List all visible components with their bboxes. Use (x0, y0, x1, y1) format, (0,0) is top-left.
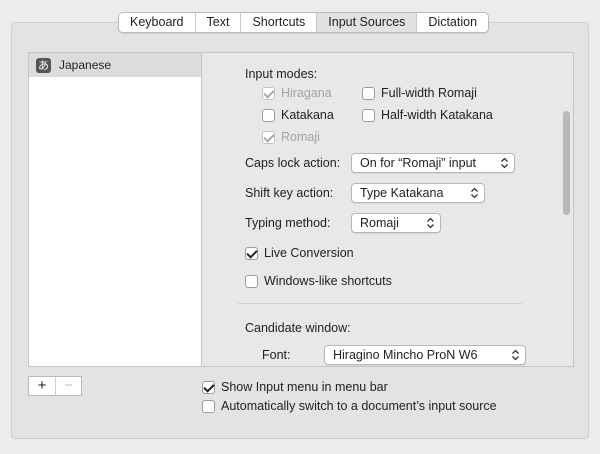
input-source-settings: Input modes: Hiragana Full-width Romaji … (202, 52, 574, 367)
candidate-font-value: Hiragino Mincho ProN W6 (333, 348, 478, 362)
caps-lock-label: Caps lock action: (245, 156, 341, 170)
input-source-list[interactable]: あ Japanese (28, 52, 202, 367)
romaji-label: Romaji (281, 130, 320, 144)
chevron-up-down-icon (501, 157, 508, 169)
auto-switch-checkbox-box[interactable] (202, 399, 215, 413)
show-input-menu-checkbox[interactable]: Show Input menu in menu bar (202, 380, 388, 394)
chevron-up-down-icon (471, 187, 478, 199)
live-conversion-label: Live Conversion (264, 246, 354, 260)
romaji-checkbox-box[interactable] (262, 130, 275, 144)
show-input-menu-checkbox-box[interactable] (202, 380, 215, 394)
hiragana-checkbox[interactable]: Hiragana (262, 86, 332, 100)
caps-lock-popup[interactable]: On for “Romaji” input (351, 153, 515, 173)
shift-key-popup[interactable]: Type Katakana (351, 183, 485, 203)
auto-switch-checkbox[interactable]: Automatically switch to a document’s inp… (202, 399, 497, 413)
remove-source-button[interactable]: − (54, 377, 81, 395)
half-width-katakana-checkbox[interactable]: Half-width Katakana (362, 108, 493, 122)
vertical-scrollbar[interactable] (559, 53, 573, 366)
tab-dictation[interactable]: Dictation (417, 13, 488, 32)
caps-lock-value: On for “Romaji” input (360, 156, 477, 170)
chevron-up-down-icon (427, 217, 434, 229)
full-width-romaji-checkbox[interactable]: Full-width Romaji (362, 86, 477, 100)
full-width-romaji-label: Full-width Romaji (381, 86, 477, 100)
tab-shortcuts[interactable]: Shortcuts (241, 13, 318, 32)
add-remove-control: + − (28, 376, 82, 396)
full-width-romaji-checkbox-box[interactable] (362, 86, 375, 100)
tab-bar: Keyboard Text Shortcuts Input Sources Di… (118, 12, 490, 33)
font-label: Font: (262, 348, 291, 362)
windows-shortcuts-checkbox[interactable]: Windows-like shortcuts (245, 274, 392, 288)
auto-switch-label: Automatically switch to a document’s inp… (221, 399, 497, 413)
show-input-menu-label: Show Input menu in menu bar (221, 380, 388, 394)
chevron-up-down-icon (512, 349, 519, 361)
windows-shortcuts-checkbox-box[interactable] (245, 274, 258, 288)
hiragana-checkbox-box[interactable] (262, 86, 275, 100)
katakana-label: Katakana (281, 108, 334, 122)
half-width-katakana-label: Half-width Katakana (381, 108, 493, 122)
live-conversion-checkbox[interactable]: Live Conversion (245, 246, 354, 260)
typing-method-label: Typing method: (245, 216, 331, 230)
shift-key-value: Type Katakana (360, 186, 444, 200)
katakana-checkbox[interactable]: Katakana (262, 108, 334, 122)
half-width-katakana-checkbox-box[interactable] (362, 108, 375, 122)
shift-key-label: Shift key action: (245, 186, 334, 200)
katakana-checkbox-box[interactable] (262, 108, 275, 122)
list-item-japanese[interactable]: あ Japanese (29, 53, 201, 77)
typing-method-value: Romaji (360, 216, 399, 230)
list-item-label: Japanese (59, 58, 112, 72)
candidate-window-heading: Candidate window: (245, 321, 351, 335)
romaji-checkbox[interactable]: Romaji (262, 130, 320, 144)
tab-input-sources[interactable]: Input Sources (317, 13, 418, 32)
scrollbar-thumb[interactable] (563, 111, 570, 215)
live-conversion-checkbox-box[interactable] (245, 246, 258, 260)
section-divider (238, 303, 522, 304)
add-source-button[interactable]: + (29, 377, 55, 395)
tab-text[interactable]: Text (196, 13, 242, 32)
typing-method-popup[interactable]: Romaji (351, 213, 441, 233)
hiragana-label: Hiragana (281, 86, 332, 100)
input-modes-heading: Input modes: (245, 67, 318, 81)
windows-shortcuts-label: Windows-like shortcuts (264, 274, 392, 288)
japanese-input-icon: あ (36, 57, 51, 73)
candidate-font-popup[interactable]: Hiragino Mincho ProN W6 (324, 345, 526, 365)
tab-keyboard[interactable]: Keyboard (119, 13, 196, 32)
